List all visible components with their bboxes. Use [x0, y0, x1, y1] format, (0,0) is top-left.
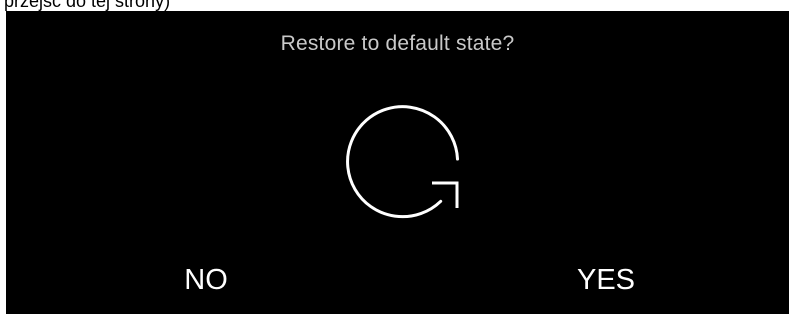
dialog-title: Restore to default state? [280, 32, 515, 55]
caption-strip: przejsć do tej strony) [0, 0, 795, 11]
caption-text: przejsć do tej strony) [4, 0, 171, 11]
yes-button[interactable]: YES [551, 260, 661, 300]
restore-icon [346, 105, 459, 219]
restore-dialog-screen: Restore to default state? NO YES [6, 11, 789, 314]
no-button[interactable]: NO [156, 260, 256, 300]
